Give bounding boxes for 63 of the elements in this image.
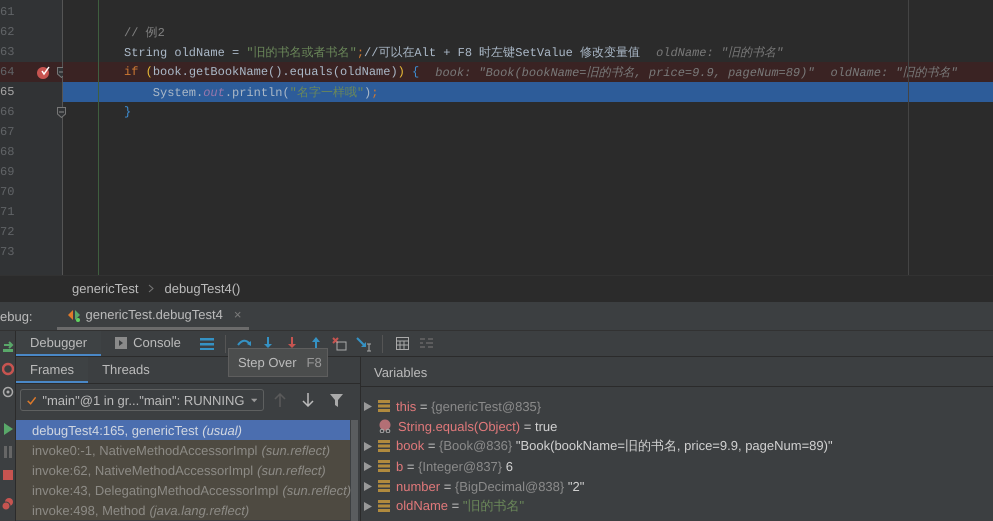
field-icon — [378, 460, 390, 472]
inline-value-hint: oldName: "旧的书名" — [656, 44, 784, 60]
filter-icon — [330, 394, 342, 406]
expand-arrow-icon[interactable] — [364, 502, 372, 510]
shortcut-text: F8 — [306, 355, 322, 370]
variable-row[interactable]: number = {BigDecimal@838} "2" — [361, 476, 993, 496]
line-number: 65 — [0, 85, 16, 99]
console-icon — [115, 336, 128, 348]
variable-row[interactable]: b = {Integer@837} 6 — [361, 456, 993, 476]
inline-value-hint: book: "Book(bookName=旧的书名, price=9.9, pageNum=89)" — [435, 64, 815, 80]
field-icon — [378, 500, 390, 512]
expand-arrow-icon[interactable] — [364, 442, 372, 450]
variable-row[interactable]: oldName = "旧的书名" — [361, 496, 993, 516]
session-title: genericTest.debugTest4 — [86, 307, 223, 322]
restart-icon[interactable] — [2, 362, 14, 376]
field-icon — [378, 480, 390, 492]
code-text: System.out.println("名字一样哦"); — [152, 84, 378, 100]
line-number: 64 — [0, 65, 16, 79]
chevron-icon — [148, 284, 154, 293]
arrow-up-icon — [274, 393, 286, 407]
code-text: if (book.getBookName().equals(oldName)) { — [124, 65, 420, 79]
tooltip-text: Step Over — [238, 355, 297, 370]
breakpoints-icon[interactable] — [2, 497, 14, 511]
variable-entry: number = {BigDecimal@838} "2" — [396, 478, 584, 494]
variable-entry: oldName = "旧的书名" — [396, 497, 524, 515]
variable-row[interactable]: this = {genericTest@835} — [361, 396, 993, 416]
variable-row[interactable]: String.equals(Object) = true — [361, 416, 993, 436]
panel-tab[interactable]: Console — [101, 331, 195, 356]
field-icon — [378, 440, 390, 452]
settings-icon[interactable] — [2, 385, 14, 399]
field-icon — [378, 400, 390, 412]
fold-icon[interactable] — [57, 106, 66, 118]
frames-tab[interactable]: Threads — [88, 357, 164, 383]
list-icon — [420, 337, 434, 350]
expand-arrow-icon[interactable] — [364, 462, 372, 470]
arrow-down-icon — [302, 393, 314, 407]
code-text: // 例2 — [124, 24, 165, 40]
rerun-icon[interactable] — [2, 339, 14, 353]
stop-icon[interactable] — [2, 468, 14, 482]
breadcrumb-item[interactable]: debugTest4() — [164, 281, 240, 296]
variable-row[interactable]: book = {Book@836} "Book(bookName=旧的书名, price=9.9, pageNum=89)" — [361, 436, 993, 456]
calculator-icon — [396, 337, 410, 350]
scrollbar[interactable] — [351, 420, 358, 521]
variable-entry: b = {Integer@837} 6 — [396, 458, 513, 474]
run-config-icon — [66, 308, 81, 322]
stack-frame[interactable]: debugTest4:165, genericTest (usual) — [16, 420, 350, 440]
method-return-icon — [378, 419, 392, 433]
check-icon — [27, 394, 36, 406]
expand-arrow-icon[interactable] — [364, 482, 372, 490]
caret-icon — [250, 398, 257, 402]
breadcrumb-item[interactable]: genericTest — [72, 281, 138, 296]
breakpoint-icon[interactable] — [36, 65, 50, 79]
variable-entry: book = {Book@836} "Book(bookName=旧的书名, price=9.9, pageNum=89)" — [396, 437, 833, 455]
code-text: } — [124, 105, 132, 119]
variable-entry: this = {genericTest@835} — [396, 398, 542, 414]
variable-entry: String.equals(Object) = true — [398, 418, 558, 434]
thread-dropdown[interactable]: "main"@1 in gr..."main": RUNNING — [20, 389, 264, 411]
expand-arrow-icon[interactable] — [364, 402, 372, 410]
resume-icon[interactable] — [2, 422, 14, 436]
debug-label: ebug: — [0, 308, 33, 324]
variables-title: Variables — [374, 364, 428, 380]
code-text: String oldName = "旧的书名或者书名";//可以在Alt + F8 时左键SetValue 修改变量值 — [124, 44, 640, 60]
menu-icon — [200, 338, 214, 350]
